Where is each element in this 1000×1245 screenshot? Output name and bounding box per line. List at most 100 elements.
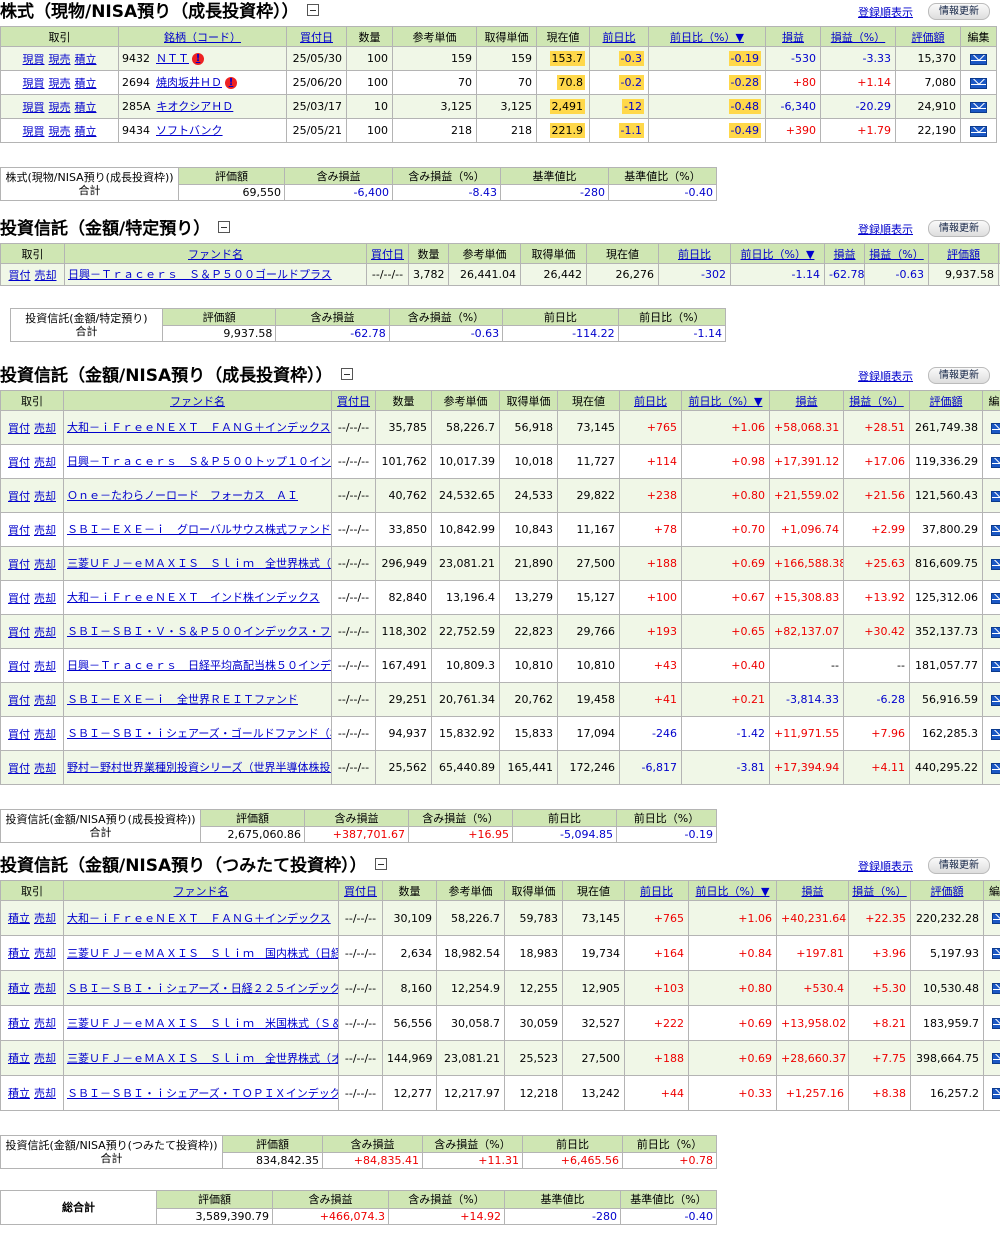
- column-header-label[interactable]: 前日比: [603, 31, 636, 44]
- refresh-button[interactable]: 情報更新: [928, 367, 990, 384]
- column-header[interactable]: 前日比: [658, 243, 731, 264]
- column-header-label[interactable]: 損益（%）: [852, 885, 906, 898]
- sort-order-link[interactable]: 登録順表示: [858, 858, 913, 874]
- action-link-2[interactable]: 積立: [75, 53, 97, 66]
- mail-edit-icon[interactable]: [991, 626, 1000, 638]
- action-link-1[interactable]: 売却: [34, 947, 56, 960]
- action-link-1[interactable]: 売却: [34, 592, 56, 605]
- fund-name-link[interactable]: 大和－ｉＦｒｅｅＮＥＸＴ ＦＡＮＧ＋インデックス: [67, 421, 331, 434]
- column-header[interactable]: 評価額: [910, 880, 984, 901]
- column-header-label[interactable]: 前日比（%）▼: [741, 248, 815, 261]
- column-header[interactable]: ファンド名: [63, 880, 339, 901]
- mail-edit-icon[interactable]: [991, 728, 1000, 740]
- column-header-label[interactable]: 買付日: [300, 31, 333, 44]
- column-header[interactable]: 前日比（%）▼: [648, 26, 766, 47]
- column-header-label[interactable]: ファンド名: [170, 395, 225, 408]
- column-header-label[interactable]: 前日比: [678, 248, 711, 261]
- mail-edit-icon[interactable]: [991, 558, 1000, 570]
- refresh-button[interactable]: 情報更新: [928, 220, 990, 237]
- column-header-label[interactable]: 損益（%）: [831, 31, 885, 44]
- action-link-1[interactable]: 売却: [34, 1017, 56, 1030]
- mail-edit-icon[interactable]: [991, 1053, 1000, 1064]
- mail-edit-icon[interactable]: [991, 694, 1000, 706]
- column-header[interactable]: 損益（%）: [843, 390, 910, 411]
- column-header[interactable]: 評価額: [895, 26, 961, 47]
- fund-name-link[interactable]: Ｏｎｅ－たわらノーロード フォーカス ＡＩ: [67, 489, 298, 502]
- security-name-link[interactable]: キオクシアＨＤ: [157, 100, 234, 113]
- column-header[interactable]: 買付日: [331, 390, 376, 411]
- action-link-1[interactable]: 現売: [49, 125, 71, 138]
- column-header-label[interactable]: 買付日: [337, 395, 370, 408]
- column-header-label[interactable]: 損益（%）: [869, 248, 923, 261]
- column-header-label[interactable]: 買付日: [371, 248, 404, 261]
- action-link-1[interactable]: 売却: [34, 912, 56, 925]
- column-header-label[interactable]: 前日比（%）▼: [670, 31, 744, 44]
- fund-name-link[interactable]: ＳＢＩ－ＳＢＩ・Ｖ・Ｓ＆Ｐ５００インデックス・ファンド: [67, 625, 331, 638]
- fund-name-link[interactable]: ＳＢＩ－ＥＸＥ－ｉ グローバルサウス株式ファンド: [67, 523, 331, 536]
- column-header[interactable]: 評価額: [909, 390, 983, 411]
- action-link-0[interactable]: 買付: [8, 558, 30, 571]
- alert-icon[interactable]: !: [192, 53, 204, 65]
- action-link-1[interactable]: 現売: [49, 77, 71, 90]
- security-name-link[interactable]: 焼肉坂井ＨＤ: [156, 76, 222, 89]
- action-link-1[interactable]: 売却: [34, 694, 56, 707]
- action-link-0[interactable]: 買付: [8, 728, 30, 741]
- mail-edit-icon[interactable]: [970, 125, 987, 137]
- mail-edit-icon[interactable]: [991, 422, 1000, 434]
- action-link-1[interactable]: 売却: [35, 269, 57, 282]
- action-link-1[interactable]: 売却: [34, 490, 56, 503]
- mail-edit-icon[interactable]: [991, 456, 1000, 468]
- column-header-label[interactable]: 損益: [802, 885, 824, 898]
- fund-name-link[interactable]: 三菱ＵＦＪ－ｅＭＡＸＩＳ Ｓｌｉｍ 米国株式（Ｓ＆Ｐ５００）: [67, 1017, 338, 1030]
- column-header[interactable]: 前日比（%）▼: [688, 880, 777, 901]
- action-link-0[interactable]: 積立: [8, 1087, 30, 1100]
- column-header-label[interactable]: 損益（%）: [849, 395, 903, 408]
- action-link-0[interactable]: 現買: [23, 53, 45, 66]
- action-link-0[interactable]: 現買: [23, 125, 45, 138]
- column-header-label[interactable]: 前日比（%）▼: [689, 395, 763, 408]
- column-header[interactable]: 前日比（%）▼: [730, 243, 825, 264]
- mail-edit-icon[interactable]: [991, 762, 1000, 774]
- action-link-1[interactable]: 売却: [34, 524, 56, 537]
- fund-name-link[interactable]: 大和－ｉＦｒｅｅＮＥＸＴ ＦＡＮＧ＋インデックス: [67, 912, 331, 925]
- column-header[interactable]: 前日比: [589, 26, 649, 47]
- column-header[interactable]: 損益: [765, 26, 821, 47]
- mail-edit-icon[interactable]: [991, 592, 1000, 604]
- column-header-label[interactable]: 買付日: [344, 885, 377, 898]
- action-link-0[interactable]: 買付: [8, 626, 30, 639]
- column-header[interactable]: 損益（%）: [820, 26, 896, 47]
- column-header-label[interactable]: 損益: [796, 395, 818, 408]
- action-link-1[interactable]: 現売: [49, 101, 71, 114]
- fund-name-link[interactable]: 日興－Ｔｒａｃｅｒｓ 日経平均高配当株５０インデックス（奇数月分配型）: [67, 659, 331, 672]
- sort-order-link[interactable]: 登録順表示: [858, 368, 913, 384]
- collapse-toggle-icon[interactable]: [218, 221, 231, 233]
- action-link-0[interactable]: 積立: [8, 1017, 30, 1030]
- action-link-0[interactable]: 現買: [23, 77, 45, 90]
- action-link-0[interactable]: 買付: [8, 592, 30, 605]
- column-header[interactable]: 評価額: [928, 243, 999, 264]
- action-link-0[interactable]: 買付: [8, 490, 30, 503]
- fund-name-link[interactable]: 三菱ＵＦＪ－ｅＭＡＸＩＳ Ｓｌｉｍ 国内株式（日経平均）: [67, 947, 338, 960]
- action-link-0[interactable]: 買付: [8, 456, 30, 469]
- action-link-1[interactable]: 売却: [34, 1087, 56, 1100]
- action-link-2[interactable]: 積立: [75, 101, 97, 114]
- column-header-label[interactable]: 評価額: [931, 885, 964, 898]
- column-header[interactable]: 損益（%）: [848, 880, 911, 901]
- mail-edit-icon[interactable]: [991, 490, 1000, 502]
- action-link-1[interactable]: 売却: [34, 982, 56, 995]
- column-header[interactable]: 前日比（%）▼: [681, 390, 770, 411]
- column-header[interactable]: 買付日: [286, 26, 347, 47]
- mail-edit-icon[interactable]: [991, 660, 1000, 672]
- sort-order-link[interactable]: 登録順表示: [858, 221, 913, 237]
- column-header-label[interactable]: 前日比（%）▼: [696, 885, 770, 898]
- alert-icon[interactable]: !: [225, 77, 237, 89]
- fund-name-link[interactable]: 日興－Ｔｒａｃｅｒｓ Ｓ＆Ｐ５００トップ１０インデックス（米国株式）: [67, 455, 331, 468]
- fund-name-link[interactable]: ＳＢＩ－ＳＢＩ・ｉシェアーズ・日経２２５インデックス・ファンド: [67, 982, 338, 995]
- column-header[interactable]: 前日比: [619, 390, 682, 411]
- action-link-0[interactable]: 買付: [8, 422, 30, 435]
- action-link-2[interactable]: 積立: [75, 77, 97, 90]
- column-header[interactable]: 銘柄（コード）: [118, 26, 287, 47]
- action-link-0[interactable]: 買付: [8, 762, 30, 775]
- column-header-label[interactable]: 損益: [782, 31, 804, 44]
- column-header[interactable]: 損益（%）: [864, 243, 929, 264]
